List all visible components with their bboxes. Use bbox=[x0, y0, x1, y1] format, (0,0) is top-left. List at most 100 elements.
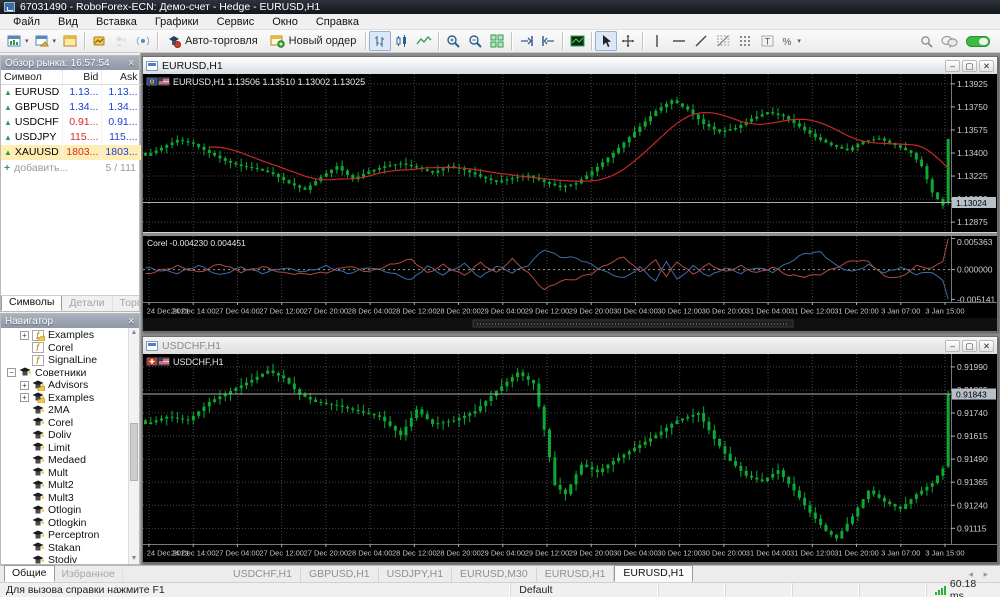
minimize-button[interactable]: – bbox=[945, 59, 960, 72]
navigator-item-examples[interactable]: + f Examples bbox=[1, 329, 139, 342]
market-watch-tab-символы[interactable]: Символы bbox=[1, 296, 63, 311]
navigator-item-mult[interactable]: Mult bbox=[1, 467, 139, 480]
close-icon[interactable]: ✕ bbox=[127, 58, 135, 69]
menu-item-сервис[interactable]: Сервис bbox=[208, 15, 264, 29]
window-title-bar[interactable]: 67031490 - RoboForex-ECN: Демо-счет - He… bbox=[0, 0, 1000, 14]
navigator-item-mult3[interactable]: Mult3 bbox=[1, 492, 139, 505]
menu-item-вид[interactable]: Вид bbox=[49, 15, 87, 29]
plus-expander-icon[interactable]: + bbox=[20, 393, 29, 403]
arrows-button[interactable]: % ▾ bbox=[778, 31, 804, 51]
market-watch-tab-детали[interactable]: Детали bbox=[62, 296, 113, 311]
profiles-button[interactable]: ▾ bbox=[32, 31, 60, 51]
search-icon[interactable] bbox=[920, 35, 933, 48]
chart-window-title-bar[interactable]: USDCHF,H1 – ▢ ✕ bbox=[143, 337, 997, 354]
navigator-scrollbar[interactable]: ▲ ▼ bbox=[128, 328, 139, 564]
navigator-item-otlogin[interactable]: Otlogin bbox=[1, 504, 139, 517]
add-symbol-row[interactable]: + добавить... 5 / 111 bbox=[1, 160, 139, 176]
maximize-button[interactable]: ▢ bbox=[962, 59, 977, 72]
navigator-item-2ma[interactable]: 2MA bbox=[1, 404, 139, 417]
scrollbar-thumb[interactable] bbox=[130, 423, 138, 481]
navigator-item-stodiv[interactable]: Stodiv bbox=[1, 554, 139, 564]
status-profile[interactable]: Default bbox=[510, 583, 657, 597]
minimize-button[interactable]: – bbox=[945, 339, 960, 352]
chart-shift-button[interactable] bbox=[537, 31, 559, 51]
trendline-button[interactable] bbox=[690, 31, 712, 51]
plus-expander-icon[interactable]: + bbox=[20, 380, 29, 390]
navigator-item-mult2[interactable]: Mult2 bbox=[1, 479, 139, 492]
connection-toggle[interactable] bbox=[966, 35, 990, 47]
navigator-item-advisors[interactable]: + Advisors bbox=[1, 379, 139, 392]
navigator-item-examples[interactable]: + Examples bbox=[1, 392, 139, 405]
navigator-tab-общие[interactable]: Общие bbox=[4, 565, 55, 582]
data-window-button[interactable] bbox=[110, 31, 132, 51]
bid-value: 1803... bbox=[62, 144, 103, 160]
close-button[interactable]: ✕ bbox=[979, 339, 994, 352]
eurusd-chart-canvas[interactable]: 1.13925 1.13750 1.13575 1.13400 1.13225 1.130… bbox=[143, 74, 997, 331]
scroll-up-icon[interactable]: ▲ bbox=[129, 328, 139, 338]
navigator-item-signalline[interactable]: f SignalLine bbox=[1, 354, 139, 367]
navigator-item-otlogkin[interactable]: Otlogkin bbox=[1, 517, 139, 530]
navigator-tab-избранное[interactable]: Избранное bbox=[55, 567, 123, 582]
chart-tab-eurusd-h1[interactable]: EURUSD,H1 bbox=[537, 567, 615, 582]
fibonacci-button[interactable] bbox=[712, 31, 734, 51]
cursor-button[interactable] bbox=[595, 31, 618, 51]
navigator-item-doliv[interactable]: Doliv bbox=[1, 429, 139, 442]
column-header-ask[interactable]: Ask bbox=[101, 70, 142, 85]
navigator-item-советники[interactable]: − Советники bbox=[1, 367, 139, 380]
chart-tab-gbpusd-h1[interactable]: GBPUSD,H1 bbox=[301, 567, 379, 582]
chart-tab-usdchf-h1[interactable]: USDCHF,H1 bbox=[225, 567, 301, 582]
chart-window-title-bar[interactable]: EURUSD,H1 – ▢ ✕ bbox=[143, 57, 997, 74]
new-chart-button[interactable]: ▾ bbox=[4, 31, 32, 51]
channel-button[interactable] bbox=[734, 31, 756, 51]
scroll-down-icon[interactable]: ▼ bbox=[129, 554, 139, 564]
usdchf-chart-canvas[interactable]: 0.919900.918650.917400.916150.914900.913… bbox=[143, 354, 997, 562]
menu-item-файл[interactable]: Файл bbox=[4, 15, 49, 29]
column-header-bid[interactable]: Bid bbox=[62, 70, 103, 85]
text-button[interactable]: T bbox=[756, 31, 778, 51]
navigator-item-stakan[interactable]: Stakan bbox=[1, 542, 139, 555]
chart-tab-eurusd-m30[interactable]: EURUSD,M30 bbox=[452, 567, 537, 582]
plus-expander-icon[interactable]: + bbox=[20, 330, 29, 340]
auto-scroll-button[interactable] bbox=[515, 31, 537, 51]
navigator-item-corel[interactable]: Corel bbox=[1, 417, 139, 430]
new-order-button[interactable]: Новый ордер bbox=[264, 31, 363, 51]
autotrading-button[interactable]: Авто-торговля bbox=[161, 31, 264, 51]
line-chart-button[interactable] bbox=[413, 31, 435, 51]
svg-text:%: % bbox=[783, 37, 792, 48]
menu-item-вставка[interactable]: Вставка bbox=[87, 15, 146, 29]
vertical-line-button[interactable] bbox=[646, 31, 668, 51]
chart-tab-usdjpy-h1[interactable]: USDJPY,H1 bbox=[379, 567, 453, 582]
zoom-in-button[interactable] bbox=[442, 31, 464, 51]
close-icon[interactable]: ✕ bbox=[127, 316, 135, 327]
svg-text:27 Dec 04:00: 27 Dec 04:00 bbox=[215, 307, 260, 316]
status-connection[interactable]: 60.18 ms bbox=[925, 578, 1000, 597]
market-watch-title-bar[interactable]: Обзор рынка: 16:57:54 ✕ bbox=[1, 56, 139, 70]
bid-value: 1.13... bbox=[62, 84, 103, 100]
market-watch-button[interactable] bbox=[88, 31, 110, 51]
menu-item-справка[interactable]: Справка bbox=[307, 15, 368, 29]
menu-item-окно[interactable]: Окно bbox=[263, 15, 307, 29]
navigator-item-perceptron[interactable]: Perceptron bbox=[1, 529, 139, 542]
strategy-tester-button[interactable] bbox=[132, 31, 154, 51]
minus-expander-icon[interactable]: − bbox=[7, 368, 16, 378]
crosshair-button[interactable] bbox=[617, 31, 639, 51]
menu-item-графики[interactable]: Графики bbox=[146, 15, 208, 29]
navigator-item-limit[interactable]: Limit bbox=[1, 442, 139, 455]
navigator-item-corel[interactable]: f Corel bbox=[1, 342, 139, 354]
maximize-button[interactable]: ▢ bbox=[962, 339, 977, 352]
indicators-button[interactable] bbox=[566, 31, 588, 51]
bar-chart-button[interactable] bbox=[369, 31, 392, 51]
navigator-item-medaed[interactable]: Medaed bbox=[1, 454, 139, 467]
market-watch-tab-торговля[interactable]: Торговля bbox=[113, 296, 139, 311]
navigator-button[interactable] bbox=[59, 31, 81, 51]
zoom-out-button[interactable] bbox=[464, 31, 486, 51]
horizontal-line-button[interactable] bbox=[668, 31, 690, 51]
chart-tab-eurusd-h1[interactable]: EURUSD,H1 bbox=[614, 565, 694, 582]
navigator-title-bar[interactable]: Навигатор ✕ bbox=[1, 314, 139, 328]
chat-icon[interactable] bbox=[941, 35, 958, 48]
column-header-символ[interactable]: Символ bbox=[1, 70, 64, 85]
tile-windows-button[interactable] bbox=[486, 31, 508, 51]
close-button[interactable]: ✕ bbox=[979, 59, 994, 72]
candlestick-button[interactable] bbox=[391, 31, 413, 51]
expert-advisor-icon bbox=[32, 455, 45, 466]
